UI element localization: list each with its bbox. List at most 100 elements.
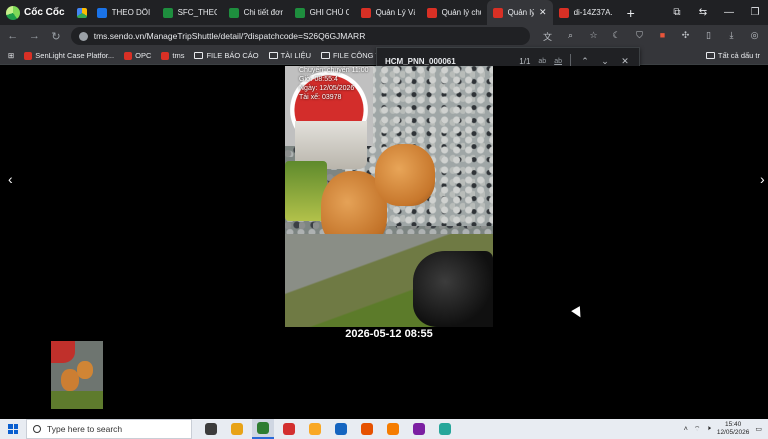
tab-close-icon[interactable]: ✕: [539, 7, 547, 18]
match-case-toggle[interactable]: ab: [538, 58, 546, 65]
find-match-count: 1/1: [519, 56, 531, 66]
find-close-button[interactable]: ✕: [619, 56, 631, 67]
search-placeholder: Type here to search: [47, 424, 123, 434]
maximize-button[interactable]: ❐: [742, 7, 768, 18]
browser-toolbar: ← → ↻ tms.sendo.vn/ManageTripShuttle/det…: [0, 25, 768, 47]
whole-word-toggle[interactable]: ab: [554, 58, 562, 65]
clock[interactable]: 15:40 12/05/2026: [717, 421, 750, 437]
photo-thumbnail[interactable]: [51, 341, 103, 409]
translate-icon[interactable]: 文: [538, 30, 557, 43]
taskbar-app-icon[interactable]: [356, 419, 378, 439]
windows-logo-icon: [8, 424, 18, 434]
tab-0[interactable]: THEO DÕI V: [91, 0, 157, 25]
tab-label: Quản lý chu: [441, 8, 481, 17]
taskbar-app-icon[interactable]: [226, 419, 248, 439]
photo-timestamp-overlay: Chuyến: chuyến 11:00 Giờ: 08:55:4 Ngày: …: [299, 67, 369, 101]
site-favicon-icon: [24, 51, 33, 60]
dark-mode-icon[interactable]: ☾: [607, 30, 626, 43]
site-favicon-icon: [161, 51, 170, 60]
download-icon[interactable]: ⤓: [722, 30, 741, 43]
taskbar-app-icon[interactable]: [330, 419, 352, 439]
next-photo-button[interactable]: ›: [760, 171, 765, 187]
address-bar[interactable]: tms.sendo.vn/ManageTripShuttle/detail/?d…: [70, 27, 531, 45]
bookmark-label: FILE BÁO CÁO: [206, 51, 259, 60]
taskbar-app-icon[interactable]: [304, 419, 326, 439]
folder-icon: [194, 52, 204, 59]
sidebar-icon[interactable]: ▯: [699, 30, 718, 43]
back-history-icon[interactable]: ⇆: [690, 7, 716, 18]
taskbar-app-icon[interactable]: [200, 419, 222, 439]
find-next-button[interactable]: ⌄: [599, 56, 611, 67]
tab-4[interactable]: Quản Lý Vận: [355, 0, 421, 25]
bookmark-label: tms: [172, 51, 185, 60]
tab-1[interactable]: SFC_THEO D: [157, 0, 223, 25]
mouse-cursor: [571, 306, 585, 320]
tab-label: di-14Z37A.p: [573, 8, 613, 17]
search-icon: [33, 425, 41, 433]
all-bookmarks-folder[interactable]: Tất cả dấu tr: [705, 51, 760, 60]
bookmark-item[interactable]: OPC: [124, 51, 151, 60]
tab-label: GHI CHÚ CỐ: [309, 8, 349, 17]
bookmark-item[interactable]: TÀI LIỆU: [268, 51, 312, 60]
tab-label: Quản Lý Vận: [375, 8, 415, 17]
tab-favicon-icon: [162, 7, 173, 18]
tab-label: THEO DÕI V: [111, 8, 151, 17]
profile-icon[interactable]: ◎: [745, 30, 764, 43]
photo-caption: 2026-05-12 08:55: [345, 328, 433, 340]
window-controls: ⧉ ⇆ — ❐: [664, 0, 768, 25]
tab-favicon-icon: [228, 7, 239, 18]
taskbar-apps: [200, 419, 456, 439]
url-text: tms.sendo.vn/ManageTripShuttle/detail/?d…: [93, 31, 366, 41]
taskbar-app-icon[interactable]: [408, 419, 430, 439]
tab-2[interactable]: Chi tiết đơn: [223, 0, 289, 25]
bookmark-item[interactable]: FILE BÁO CÁO: [194, 51, 259, 60]
photo-viewer: ‹ › Chuyến: chuyến 11:00 Giờ: 08:55:4 Ng…: [0, 66, 768, 410]
brand-name: Cốc Cốc: [24, 7, 65, 18]
tray-chevron-icon[interactable]: ˄: [684, 426, 688, 433]
bookmark-item[interactable]: tms: [161, 51, 184, 60]
find-input[interactable]: HCM_PNN_000061: [385, 57, 485, 66]
tab-favicon-icon: [558, 7, 569, 18]
back-button[interactable]: ←: [4, 30, 22, 42]
bookmark-label: SenLight Case Platfor...: [35, 51, 115, 60]
notification-icon[interactable]: ▭: [755, 425, 762, 433]
site-info-icon[interactable]: [78, 31, 88, 41]
previous-photo-button[interactable]: ‹: [8, 171, 13, 187]
apps-grid-icon[interactable]: ⊞: [8, 51, 14, 60]
taskbar-app-icon[interactable]: [382, 419, 404, 439]
minimize-button[interactable]: —: [716, 7, 742, 18]
reload-button[interactable]: ↻: [47, 30, 65, 43]
tab-search-icon[interactable]: ⧉: [664, 7, 690, 18]
network-icon[interactable]: ⌔: [694, 425, 701, 434]
tab-3[interactable]: GHI CHÚ CỐ: [289, 0, 355, 25]
tab-favicon-icon: [96, 7, 107, 18]
start-button[interactable]: [0, 419, 26, 439]
bookmark-star-icon[interactable]: ☆: [584, 30, 603, 43]
tab-strip: Cốc Cốc THEO DÕI V SFC_THEO D Chi tiết đơn…: [0, 0, 768, 25]
browser-brand[interactable]: Cốc Cốc: [0, 0, 73, 25]
tab-label: Chi tiết đơn: [243, 8, 283, 17]
find-previous-button[interactable]: ⌃: [579, 56, 591, 67]
tab-favicon-icon: [426, 7, 437, 18]
tab-6[interactable]: Quản lý ✕: [486, 0, 553, 25]
shield-icon[interactable]: ⛉: [630, 30, 649, 43]
taskbar-search[interactable]: Type here to search: [26, 419, 192, 439]
extension-red-icon[interactable]: ■: [653, 30, 672, 43]
drive-icon[interactable]: [73, 0, 91, 25]
taskbar-app-icon[interactable]: [252, 419, 274, 439]
bookmark-item[interactable]: SenLight Case Platfor...: [24, 51, 114, 60]
bookmark-label: TÀI LIỆU: [280, 51, 312, 60]
taskbar-app-icon[interactable]: [278, 419, 300, 439]
tab-label: SFC_THEO D: [177, 8, 217, 17]
tab-5[interactable]: Quản lý chu: [421, 0, 487, 25]
tab-favicon-icon: [492, 7, 503, 18]
extensions-icon[interactable]: ✣: [676, 30, 695, 43]
volume-icon[interactable]: 🕨: [706, 425, 710, 433]
forward-button[interactable]: →: [26, 30, 44, 42]
tab-7[interactable]: di-14Z37A.p: [553, 0, 619, 25]
delivery-photo[interactable]: Chuyến: chuyến 11:00 Giờ: 08:55:4 Ngày: …: [285, 66, 493, 327]
folder-icon: [321, 52, 331, 59]
taskbar-app-icon[interactable]: [434, 419, 456, 439]
new-tab-button[interactable]: +: [619, 5, 643, 21]
find-icon[interactable]: ⌕: [561, 30, 580, 43]
